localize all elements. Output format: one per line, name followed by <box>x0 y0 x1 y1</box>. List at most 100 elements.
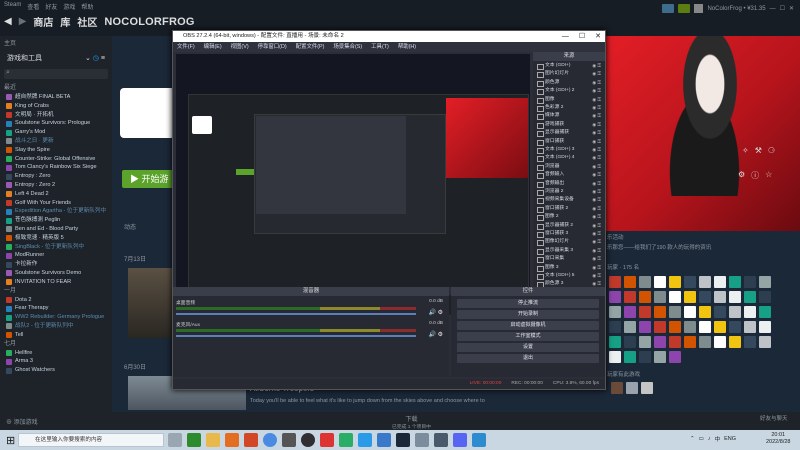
avatar[interactable] <box>684 321 696 333</box>
tab-community[interactable]: 社区 <box>77 14 97 29</box>
sidebar-game-item[interactable]: WW2 Rebuilder: Germany Prologue <box>0 313 112 322</box>
avatar[interactable] <box>714 276 726 288</box>
visibility-lock-icons[interactable]: ◉ ⚿ <box>592 104 601 112</box>
avatar[interactable] <box>744 276 756 288</box>
gear-icon[interactable]: ⚙ <box>438 332 443 338</box>
avatar[interactable] <box>609 336 621 348</box>
avatar[interactable] <box>759 321 771 333</box>
avatar[interactable] <box>639 321 651 333</box>
sidebar-game-item[interactable]: Golf With Your Friends <box>0 199 112 208</box>
visibility-lock-icons[interactable]: ◉ ⚿ <box>592 230 601 238</box>
sidebar-game-item[interactable]: 苍色脉搏测 Peglin <box>0 216 112 225</box>
sidebar-game-item[interactable]: Fear Therapy <box>0 304 112 313</box>
avatar[interactable] <box>669 321 681 333</box>
menu-help[interactable]: 帮助 <box>81 2 93 11</box>
avatar[interactable] <box>639 276 651 288</box>
avatar[interactable] <box>654 351 666 363</box>
sidebar-game-item[interactable]: 战队2 - 位于更新队列中 <box>0 322 112 331</box>
avatar[interactable] <box>744 321 756 333</box>
source-item[interactable]: 音频输入 ◉ ⚿ <box>535 171 603 180</box>
visibility-lock-icons[interactable]: ◉ ⚿ <box>592 79 601 87</box>
source-item[interactable]: 浏览器 2 ◉ ⚿ <box>535 188 603 197</box>
xbox-icon[interactable] <box>187 433 201 447</box>
avatar[interactable] <box>639 291 651 303</box>
visibility-lock-icons[interactable]: ◉ ⚿ <box>592 171 601 179</box>
source-item[interactable]: 图像 ◉ ⚿ <box>535 96 603 104</box>
downloads-button[interactable]: 下载 已完成 1 个项目中 <box>392 414 431 430</box>
avatar[interactable] <box>699 336 711 348</box>
back-icon[interactable]: ◀ <box>4 16 12 27</box>
sidebar-game-item[interactable]: Garry's Mod <box>0 128 112 137</box>
ime-icon[interactable]: 中 <box>715 435 721 443</box>
visibility-lock-icons[interactable]: ◉ ⚿ <box>592 255 601 263</box>
source-item[interactable]: 音频输出 ◉ ⚿ <box>535 180 603 188</box>
avatar[interactable] <box>714 336 726 348</box>
sidebar-game-item[interactable]: 卡拉新作 <box>0 260 112 269</box>
library-filter-dropdown[interactable]: 游戏和工具 ⌄ ◷ ≡ <box>4 52 108 64</box>
close-icon[interactable]: ✕ <box>789 5 794 12</box>
avatar[interactable] <box>639 351 651 363</box>
source-item[interactable]: 图片幻灯片 ◉ ⚿ <box>535 70 603 79</box>
forward-icon[interactable]: ▶ <box>19 16 27 27</box>
avatar[interactable] <box>624 306 636 318</box>
source-item[interactable]: 窗口捕获 3 ◉ ⚿ <box>535 230 603 239</box>
qq-icon[interactable] <box>358 433 372 447</box>
sidebar-home[interactable]: 主页 <box>4 38 16 47</box>
visibility-lock-icons[interactable]: ◉ ⚿ <box>592 138 601 146</box>
visibility-lock-icons[interactable]: ◉ ⚿ <box>592 112 601 120</box>
avatar[interactable] <box>729 336 741 348</box>
network-icon[interactable]: ▭ <box>699 436 704 442</box>
source-item[interactable]: 显示器捕获 2 ◉ ⚿ <box>535 222 603 230</box>
friends-chat-button[interactable]: 好友与聊天 <box>760 414 788 422</box>
menu-help[interactable]: 帮助(H) <box>398 42 416 52</box>
avatar[interactable] <box>609 306 621 318</box>
visibility-lock-icons[interactable]: ◉ ⚿ <box>592 62 601 70</box>
taskbar-search-input[interactable]: 在这里输入你要搜索的内容 <box>18 433 164 447</box>
source-item[interactable]: 显示器捕获 ◉ ⚿ <box>535 129 603 138</box>
visibility-lock-icons[interactable]: ◉ ⚿ <box>592 222 601 230</box>
sidebar-game-item[interactable]: Tell <box>0 331 112 340</box>
avatar[interactable] <box>654 336 666 348</box>
chrome-icon[interactable] <box>263 433 277 447</box>
stop-streaming-button[interactable]: 停止推流 <box>457 299 599 308</box>
maximize-icon[interactable]: ☐ <box>780 5 785 12</box>
avatar[interactable] <box>669 336 681 348</box>
avatar[interactable] <box>729 321 741 333</box>
avatar[interactable] <box>654 291 666 303</box>
source-item[interactable]: 图像 2 ◉ ⚿ <box>535 213 603 222</box>
start-recording-button[interactable]: 开始录制 <box>457 310 599 319</box>
avatar[interactable] <box>684 336 696 348</box>
library-search-input[interactable]: ⌕ <box>4 69 108 79</box>
minimize-icon[interactable]: — <box>562 31 569 42</box>
sidebar-game-item[interactable]: Soulstone Survivors Demo <box>0 269 112 278</box>
source-item[interactable]: 文本 (GDI+) 3 ◉ ⚿ <box>535 146 603 155</box>
visibility-lock-icons[interactable]: ◉ ⚿ <box>592 154 601 162</box>
avatar[interactable] <box>744 291 756 303</box>
task-view-icon[interactable] <box>168 433 182 447</box>
visibility-lock-icons[interactable]: ◉ ⚿ <box>592 238 601 246</box>
avatar[interactable] <box>624 351 636 363</box>
broadcast-icon[interactable] <box>662 4 675 13</box>
menu-scene-collection[interactable]: 场景集合(S) <box>333 42 362 52</box>
avatar[interactable] <box>699 306 711 318</box>
sidebar-game-item[interactable]: Entropy : Zero 2 <box>0 181 112 190</box>
avatar[interactable] <box>611 382 623 394</box>
sidebar-section-header[interactable]: 一月 <box>0 287 112 296</box>
virtual-camera-button[interactable]: 启动虚拟摄像机 <box>457 321 599 330</box>
visibility-lock-icons[interactable]: ◉ ⚿ <box>592 163 601 171</box>
source-item[interactable]: 媒体源 ◉ ⚿ <box>535 112 603 121</box>
avatar[interactable] <box>699 321 711 333</box>
avatar[interactable] <box>729 276 741 288</box>
avatar[interactable] <box>744 336 756 348</box>
sidebar-section-header[interactable]: 七月 <box>0 340 112 349</box>
visibility-lock-icons[interactable]: ◉ ⚿ <box>592 146 601 154</box>
source-item[interactable]: 窗口采集 ◉ ⚿ <box>535 255 603 264</box>
settings-button[interactable]: 设置 <box>457 343 599 352</box>
gear-icon[interactable]: ⚙ <box>738 170 745 181</box>
app-icon[interactable] <box>434 433 448 447</box>
sidebar-game-item[interactable]: 战斗之日 · 更新 <box>0 137 112 146</box>
avatar[interactable] <box>654 306 666 318</box>
visibility-lock-icons[interactable]: ◉ ⚿ <box>592 213 601 221</box>
tab-store[interactable]: 商店 <box>33 14 53 29</box>
avatar[interactable] <box>699 276 711 288</box>
